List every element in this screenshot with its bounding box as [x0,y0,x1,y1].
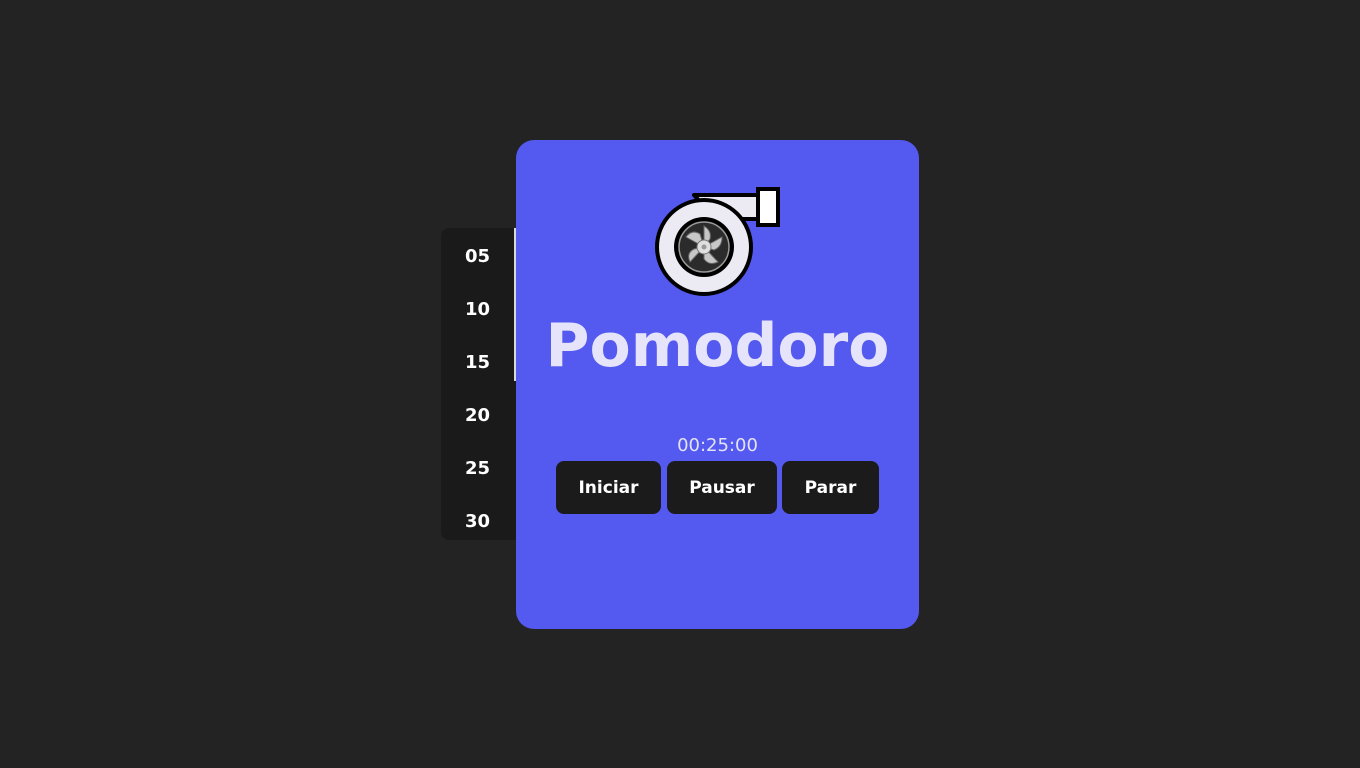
duration-item-25[interactable]: 25 [441,442,514,495]
turbocharger-icon [655,187,780,296]
duration-item-05[interactable]: 05 [441,230,514,283]
pause-button[interactable]: Pausar [667,461,777,514]
duration-item-15[interactable]: 15 [441,336,514,389]
app-stage: 05 10 15 20 25 30 Pomodoro 00:25:00 Inic… [0,0,1360,768]
duration-item-10[interactable]: 10 [441,283,514,336]
duration-item-20[interactable]: 20 [441,389,514,442]
start-button[interactable]: Iniciar [556,461,661,514]
timer-display: 00:25:00 [677,435,758,456]
duration-list[interactable]: 05 10 15 20 25 30 [441,228,516,540]
pomodoro-card: Pomodoro 00:25:00 Iniciar Pausar Parar [516,140,919,629]
app-title: Pomodoro [545,311,890,381]
duration-item-30[interactable]: 30 [441,495,514,548]
stop-button[interactable]: Parar [782,461,879,514]
